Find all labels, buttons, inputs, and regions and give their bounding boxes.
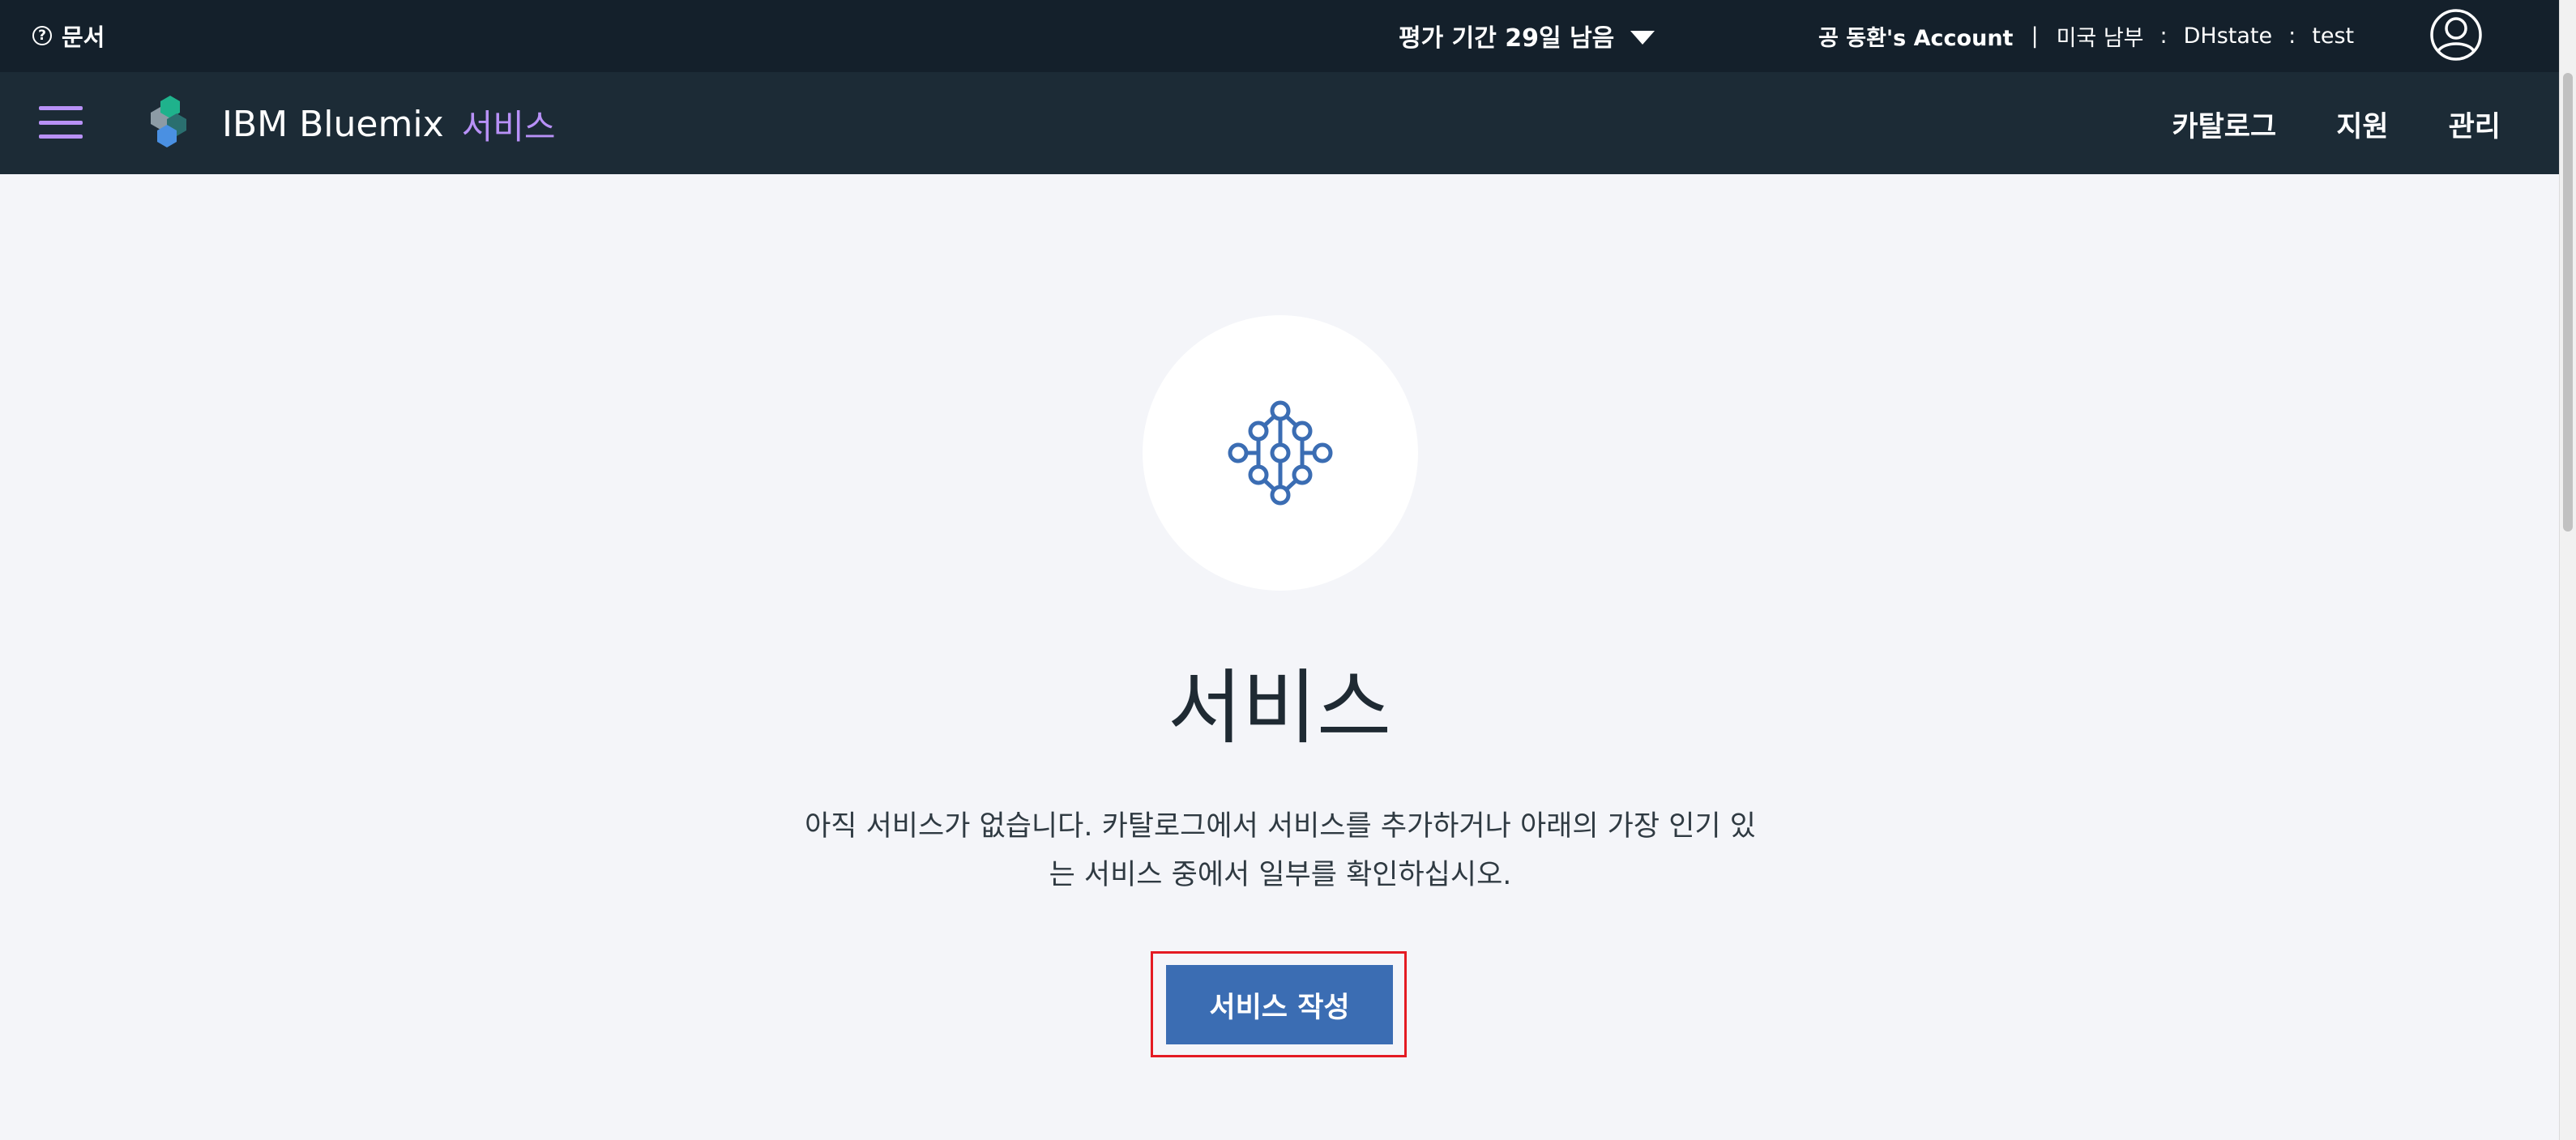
account-switcher[interactable]: 공 동환's Account | 미국 남부 : DHstate : test [1818,18,2354,53]
space-label: test [2312,23,2355,49]
colon-separator: : [2159,23,2168,49]
trial-dropdown[interactable]: 평가 기간 29일 남음 [1399,18,1655,53]
account-name: 공 동환's Account [1818,25,2014,51]
hamburger-menu-icon[interactable] [39,106,83,139]
page-title: 서비스 [1168,660,1391,755]
help-icon: ? [32,26,52,45]
service-icon-circle [1143,315,1418,591]
separator: | [2031,23,2039,49]
create-service-button[interactable]: 서비스 작성 [1166,965,1393,1044]
scrollbar-thumb[interactable] [2563,73,2573,532]
description-line: 는 서비스 중에서 일부를 확인하십시오. [1049,859,1512,891]
nav-manage[interactable]: 관리 [2449,104,2501,145]
main-navbar: IBM Bluemix 서비스 카탈로그 지원 관리 [0,72,2559,174]
docs-link[interactable]: ? 문서 [32,18,105,53]
brand-name[interactable]: IBM Bluemix [222,104,444,145]
description-line: 아직 서비스가 없습니다. 카탈로그에서 서비스를 추가하거나 아래의 가장 인… [805,810,1756,843]
colon-separator: : [2288,23,2296,49]
region-label: 미국 남부 [2056,25,2144,51]
bluemix-logo-icon [151,96,186,147]
chevron-down-icon [1630,30,1655,45]
nav-catalog[interactable]: 카탈로그 [2172,104,2276,145]
nav-support[interactable]: 지원 [2336,104,2388,145]
user-avatar-icon[interactable] [2429,8,2483,62]
service-network-icon [1228,400,1333,506]
section-name: 서비스 [461,106,556,147]
docs-label: 문서 [62,23,105,51]
trial-label: 평가 기간 29일 남음 [1399,24,1615,53]
top-utility-bar: ? 문서 평가 기간 29일 남음 공 동환's Account | 미국 남부… [0,0,2559,72]
empty-state-description: 아직 서비스가 없습니다. 카탈로그에서 서비스를 추가하거나 아래의 가장 인… [762,802,1799,899]
org-label: DHstate [2183,23,2273,49]
